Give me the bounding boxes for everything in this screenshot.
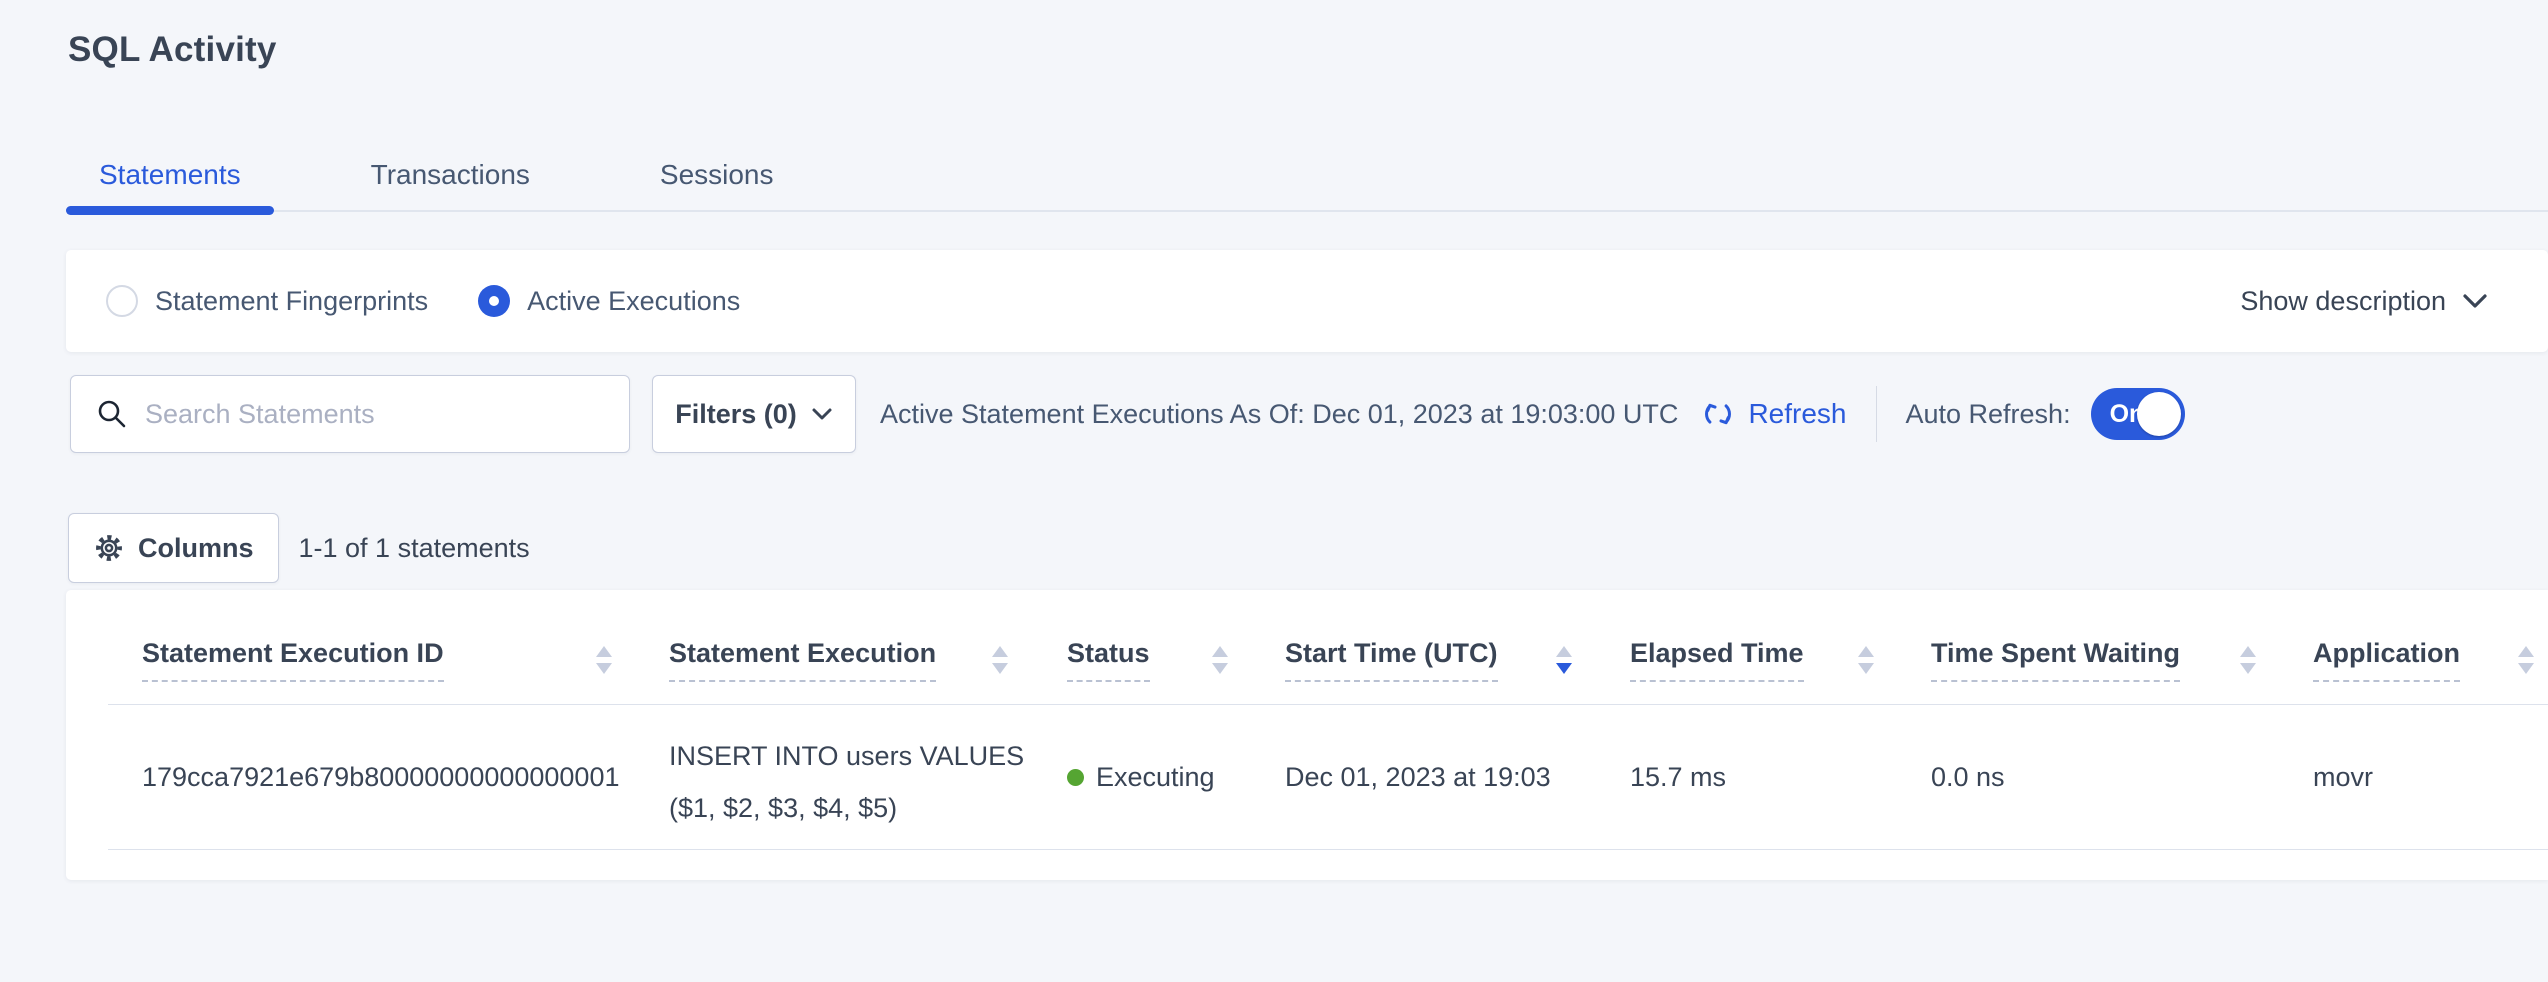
show-description-label: Show description [2240, 286, 2446, 317]
column-header-statement-execution[interactable]: Statement Execution [669, 638, 936, 682]
controls-row: Filters (0) Active Statement Executions … [70, 375, 2185, 453]
tab-transactions[interactable]: Transactions [338, 140, 563, 210]
statements-table: Statement Execution ID Statement Executi… [66, 590, 2548, 880]
sort-icon[interactable] [1212, 646, 1228, 674]
tab-sessions[interactable]: Sessions [627, 140, 807, 210]
table-row-divider [108, 849, 2548, 850]
column-header-application[interactable]: Application [2313, 638, 2460, 682]
sort-icon[interactable] [2518, 646, 2534, 674]
sort-icon[interactable] [1858, 646, 1874, 674]
radio-statement-fingerprints[interactable]: Statement Fingerprints [106, 285, 428, 317]
column-header-time-spent-waiting[interactable]: Time Spent Waiting [1931, 638, 2180, 682]
sort-icon-active-desc[interactable] [1556, 646, 1572, 674]
vertical-divider [1876, 386, 1877, 442]
chevron-down-icon [2462, 293, 2488, 310]
status-dot-icon [1067, 769, 1084, 786]
cell-elapsed-time: 15.7 ms [1630, 762, 1726, 793]
column-header-start-time[interactable]: Start Time (UTC) [1285, 638, 1498, 682]
cell-application: movr [2313, 762, 2373, 793]
columns-label: Columns [138, 533, 254, 564]
cell-statement-execution: INSERT INTO users VALUES ($1, $2, $3, $4… [669, 730, 1024, 834]
column-header-elapsed-time[interactable]: Elapsed Time [1630, 638, 1804, 682]
table-header-divider [108, 704, 2548, 705]
toggle-knob [2137, 392, 2181, 436]
gear-icon [93, 532, 125, 564]
radio-unselected-icon [106, 285, 138, 317]
sort-icon[interactable] [596, 646, 612, 674]
cell-time-spent-waiting: 0.0 ns [1931, 762, 2005, 793]
refresh-icon [1700, 396, 1736, 432]
page-title: SQL Activity [68, 30, 277, 70]
radio-active-executions[interactable]: Active Executions [478, 285, 740, 317]
chevron-down-icon [811, 407, 833, 422]
sort-icon[interactable] [2240, 646, 2256, 674]
show-description-toggle[interactable]: Show description [2240, 286, 2488, 317]
columns-button[interactable]: Columns [68, 513, 279, 583]
sort-icon[interactable] [992, 646, 1008, 674]
refresh-button[interactable]: Refresh [1700, 396, 1846, 432]
cell-status: Executing [1067, 762, 1215, 793]
radio-label: Statement Fingerprints [155, 286, 428, 317]
column-header-statement-execution-id[interactable]: Statement Execution ID [142, 638, 444, 682]
search-icon [96, 398, 128, 430]
view-mode-card: Statement Fingerprints Active Executions… [66, 250, 2548, 352]
as-of-timestamp: Active Statement Executions As Of: Dec 0… [880, 399, 1678, 430]
cell-statement-execution-id: 179cca7921e679b80000000000000001 [142, 762, 619, 793]
status-label: Executing [1096, 762, 1215, 793]
tab-statements[interactable]: Statements [66, 140, 274, 210]
refresh-label: Refresh [1748, 398, 1846, 430]
auto-refresh-label: Auto Refresh: [1905, 399, 2070, 430]
sql-activity-tabbar: Statements Transactions Sessions [66, 140, 2548, 212]
sql-line: ($1, $2, $3, $4, $5) [669, 782, 1024, 834]
search-input[interactable] [145, 399, 609, 430]
radio-label: Active Executions [527, 286, 740, 317]
radio-selected-icon [478, 285, 510, 317]
result-count: 1-1 of 1 statements [299, 533, 530, 564]
cell-start-time: Dec 01, 2023 at 19:03 [1285, 762, 1551, 793]
table-toolbar: Columns 1-1 of 1 statements [68, 513, 530, 583]
column-header-status[interactable]: Status [1067, 638, 1150, 682]
auto-refresh-toggle[interactable]: On [2091, 388, 2185, 440]
sql-line: INSERT INTO users VALUES [669, 730, 1024, 782]
search-box [70, 375, 630, 453]
filters-label: Filters (0) [675, 399, 797, 430]
filters-button[interactable]: Filters (0) [652, 375, 856, 453]
